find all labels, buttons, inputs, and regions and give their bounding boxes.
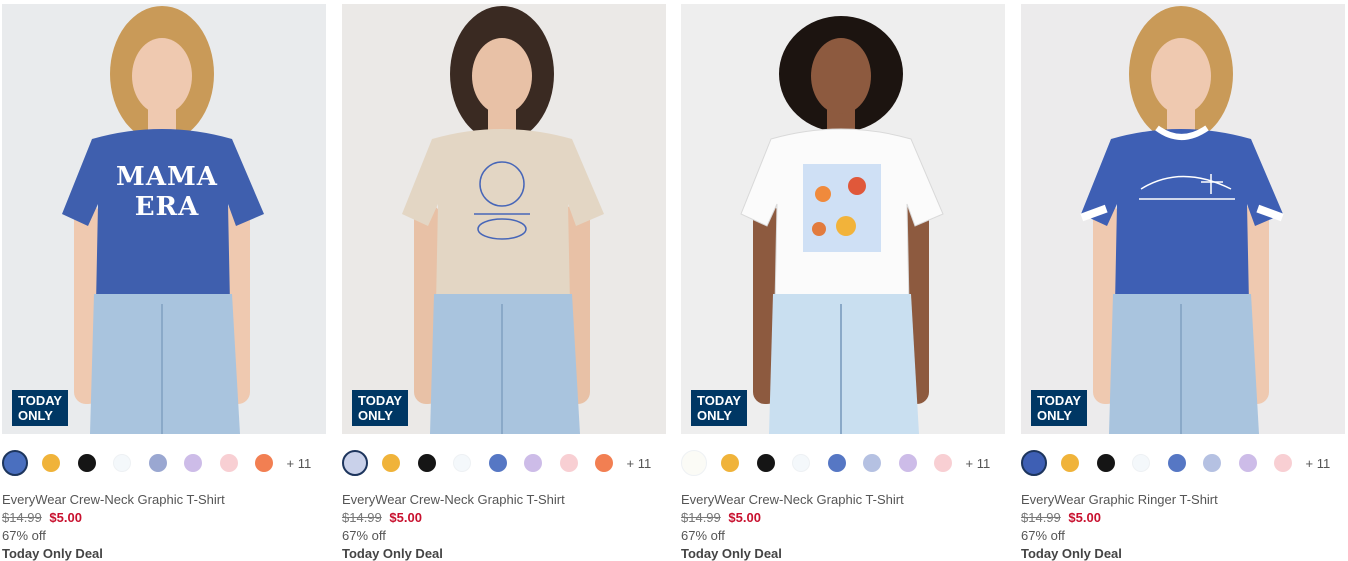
color-swatches: + 11 xyxy=(2,450,326,476)
product-grid: MAMA ERA TODAY ONLY + 11 EveryWear Crew-… xyxy=(0,0,1348,561)
color-swatch[interactable] xyxy=(417,454,436,472)
price-row: $14.99 $5.00 xyxy=(1021,510,1345,525)
more-colors-link[interactable]: + 11 xyxy=(966,456,991,471)
shirt-graphic-text: MAMA ERA xyxy=(116,162,218,222)
sale-price: $5.00 xyxy=(49,510,82,525)
discount-text: 67% off xyxy=(681,528,725,543)
product-title[interactable]: EveryWear Crew-Neck Graphic T-Shirt xyxy=(2,492,326,507)
original-price: $14.99 xyxy=(2,510,42,525)
badge-line-2: ONLY xyxy=(1037,408,1072,423)
product-image[interactable]: TODAY ONLY xyxy=(681,4,1005,434)
color-swatch[interactable] xyxy=(863,454,881,472)
badge-line-2: ONLY xyxy=(18,408,53,423)
color-swatch[interactable] xyxy=(1132,454,1150,472)
color-swatch[interactable] xyxy=(595,454,613,472)
color-swatch[interactable] xyxy=(488,454,507,472)
color-swatch[interactable] xyxy=(1203,454,1221,472)
product-title[interactable]: EveryWear Graphic Ringer T-Shirt xyxy=(1021,492,1345,507)
discount-text: 67% off xyxy=(2,528,46,543)
model-illustration xyxy=(681,4,1005,434)
today-only-badge: TODAY ONLY xyxy=(691,390,747,426)
price-row: $14.99 $5.00 xyxy=(681,510,1005,525)
color-swatch[interactable] xyxy=(827,454,846,472)
color-swatch[interactable] xyxy=(934,454,952,472)
product-image[interactable]: TODAY ONLY xyxy=(1021,4,1345,434)
today-only-badge: TODAY ONLY xyxy=(12,390,68,426)
selected-color-swatch[interactable] xyxy=(681,450,707,476)
product-image[interactable]: MAMA ERA TODAY ONLY xyxy=(2,4,326,434)
color-swatch[interactable] xyxy=(1061,454,1079,472)
color-swatch[interactable] xyxy=(721,454,739,472)
badge-line-1: TODAY xyxy=(18,393,63,408)
model-illustration xyxy=(342,4,666,434)
more-colors-link[interactable]: + 11 xyxy=(627,456,652,471)
today-only-badge: TODAY ONLY xyxy=(1031,390,1087,426)
badge-line-1: TODAY xyxy=(358,393,403,408)
discount-text: 67% off xyxy=(1021,528,1065,543)
color-swatch[interactable] xyxy=(453,454,471,472)
deal-label: Today Only Deal xyxy=(681,546,782,561)
color-swatch[interactable] xyxy=(524,454,542,472)
badge-line-1: TODAY xyxy=(1037,393,1082,408)
selected-color-swatch[interactable] xyxy=(342,450,368,476)
color-swatch[interactable] xyxy=(42,454,60,472)
color-swatch[interactable] xyxy=(148,454,167,472)
color-swatches: + 11 xyxy=(681,450,1005,476)
color-swatch[interactable] xyxy=(113,454,131,472)
product-card[interactable]: TODAY ONLY + 11 EveryWear Graphic Ringer… xyxy=(1021,4,1345,561)
color-swatches: + 11 xyxy=(1021,450,1345,476)
more-colors-link[interactable]: + 11 xyxy=(287,456,312,471)
product-card[interactable]: TODAY ONLY + 11 EveryWear Crew-Neck Grap… xyxy=(681,4,1005,561)
selected-color-swatch[interactable] xyxy=(2,450,28,476)
discount-text: 67% off xyxy=(342,528,386,543)
selected-color-swatch[interactable] xyxy=(1021,450,1047,476)
color-swatch[interactable] xyxy=(1238,454,1257,472)
product-image[interactable]: TODAY ONLY xyxy=(342,4,666,434)
color-swatch[interactable] xyxy=(898,454,917,472)
price-row: $14.99 $5.00 xyxy=(2,510,326,525)
price-row: $14.99 $5.00 xyxy=(342,510,666,525)
today-only-badge: TODAY ONLY xyxy=(352,390,408,426)
model-illustration xyxy=(1021,4,1345,434)
original-price: $14.99 xyxy=(681,510,721,525)
badge-line-1: TODAY xyxy=(697,393,742,408)
color-swatch[interactable] xyxy=(792,454,810,472)
original-price: $14.99 xyxy=(342,510,382,525)
color-swatch[interactable] xyxy=(255,454,273,472)
badge-line-2: ONLY xyxy=(697,408,732,423)
product-card[interactable]: TODAY ONLY + 11 EveryWear Crew-Neck Grap… xyxy=(342,4,666,561)
sale-price: $5.00 xyxy=(1068,510,1101,525)
color-swatch[interactable] xyxy=(184,454,202,472)
color-swatch[interactable] xyxy=(77,454,96,472)
more-colors-link[interactable]: + 11 xyxy=(1306,456,1331,471)
original-price: $14.99 xyxy=(1021,510,1061,525)
deal-label: Today Only Deal xyxy=(2,546,103,561)
color-swatch[interactable] xyxy=(756,454,775,472)
color-swatch[interactable] xyxy=(1096,454,1115,472)
color-swatch[interactable] xyxy=(382,454,400,472)
badge-line-2: ONLY xyxy=(358,408,393,423)
product-title[interactable]: EveryWear Crew-Neck Graphic T-Shirt xyxy=(342,492,666,507)
color-swatch[interactable] xyxy=(1167,454,1186,472)
sale-price: $5.00 xyxy=(389,510,422,525)
sale-price: $5.00 xyxy=(728,510,761,525)
deal-label: Today Only Deal xyxy=(1021,546,1122,561)
product-card[interactable]: MAMA ERA TODAY ONLY + 11 EveryWear Crew-… xyxy=(2,4,326,561)
color-swatch[interactable] xyxy=(219,454,238,472)
color-swatch[interactable] xyxy=(559,454,578,472)
product-title[interactable]: EveryWear Crew-Neck Graphic T-Shirt xyxy=(681,492,1005,507)
color-swatch[interactable] xyxy=(1274,454,1292,472)
color-swatches: + 11 xyxy=(342,450,666,476)
deal-label: Today Only Deal xyxy=(342,546,443,561)
